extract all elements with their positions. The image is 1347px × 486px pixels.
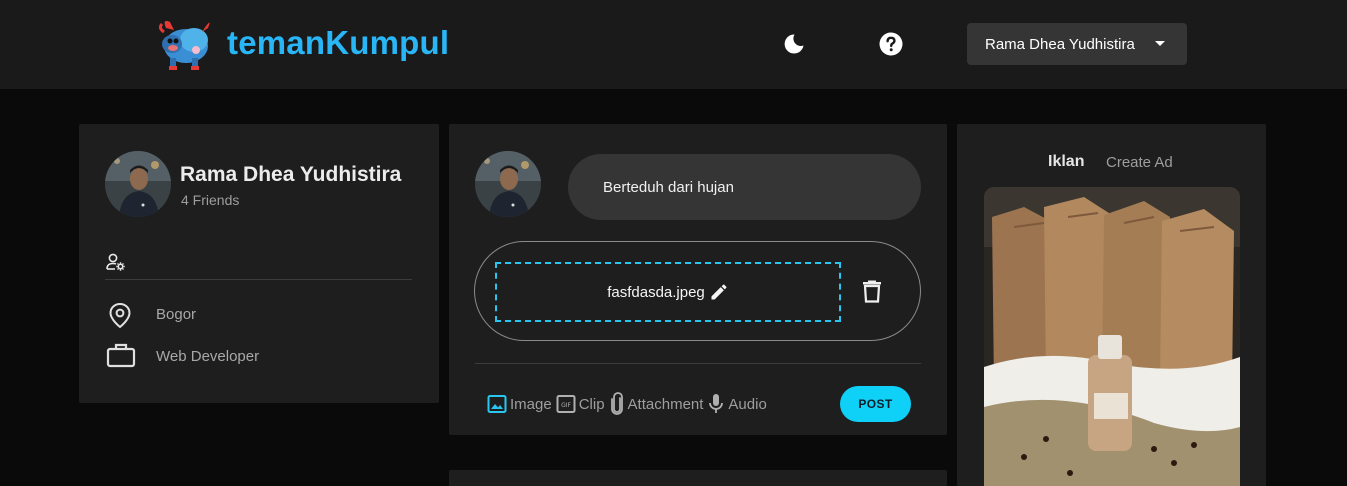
location-text: Bogor (156, 306, 197, 323)
attachment-button[interactable]: Attachment (609, 392, 704, 416)
file-name: fasfdasda.jpeg (607, 283, 705, 301)
help-icon[interactable] (879, 32, 903, 56)
occupation-text: Web Developer (156, 348, 260, 365)
post-text-input[interactable]: Berteduh dari hujan (568, 154, 921, 220)
pencil-icon[interactable] (709, 282, 729, 302)
svg-text:GIF: GIF (561, 402, 571, 409)
post-text: Berteduh dari hujan (603, 178, 734, 196)
paperclip-icon (610, 392, 623, 415)
composer-divider (475, 363, 921, 364)
ads-card: Iklan Create Ad (957, 124, 1266, 486)
audio-button[interactable]: Audio (707, 393, 767, 415)
file-preview: fasfdasda.jpeg (474, 241, 921, 341)
post-button[interactable]: POST (840, 386, 911, 422)
audio-label: Audio (728, 395, 767, 413)
location-pin-icon (109, 302, 131, 329)
briefcase-icon (106, 343, 136, 368)
image-icon (487, 395, 507, 413)
ad-image[interactable] (984, 187, 1240, 486)
clip-button[interactable]: GIF Clip (556, 394, 605, 414)
profile-divider (105, 279, 412, 280)
brand-title[interactable]: temanKumpul (227, 24, 449, 62)
profile-avatar[interactable] (105, 151, 171, 217)
create-ad-link[interactable]: Create Ad (1106, 154, 1173, 171)
attachment-actions: Image GIF Clip Attachment Audio (487, 392, 771, 416)
gif-icon: GIF (556, 395, 576, 413)
composer-avatar[interactable] (475, 151, 541, 217)
attachment-label: Attachment (627, 395, 704, 413)
logo-icon[interactable] (156, 16, 214, 72)
clip-label: Clip (578, 395, 605, 413)
image-button[interactable]: Image (487, 394, 552, 414)
caret-down-icon (1155, 41, 1165, 46)
profile-card: Rama Dhea Yudhistira 4 Friends Bogor Web… (79, 124, 439, 403)
user-menu-name: Rama Dhea Yudhistira (985, 35, 1135, 53)
trash-icon[interactable] (861, 279, 883, 303)
image-label: Image (510, 395, 552, 413)
top-navbar: temanKumpul Rama Dhea Yudhistira (0, 0, 1347, 89)
friends-count[interactable]: 4 Friends (181, 192, 239, 208)
user-menu-dropdown[interactable]: Rama Dhea Yudhistira (967, 23, 1187, 65)
file-drop-zone[interactable]: fasfdasda.jpeg (495, 262, 841, 322)
profile-name[interactable]: Rama Dhea Yudhistira (180, 163, 401, 187)
post-composer: Berteduh dari hujan fasfdasda.jpeg Image… (449, 124, 947, 435)
microphone-icon (709, 394, 724, 413)
feed-post-card (449, 470, 947, 486)
moon-icon[interactable] (782, 32, 806, 56)
user-settings-icon[interactable] (106, 252, 126, 272)
ads-title[interactable]: Iklan (1048, 153, 1084, 171)
